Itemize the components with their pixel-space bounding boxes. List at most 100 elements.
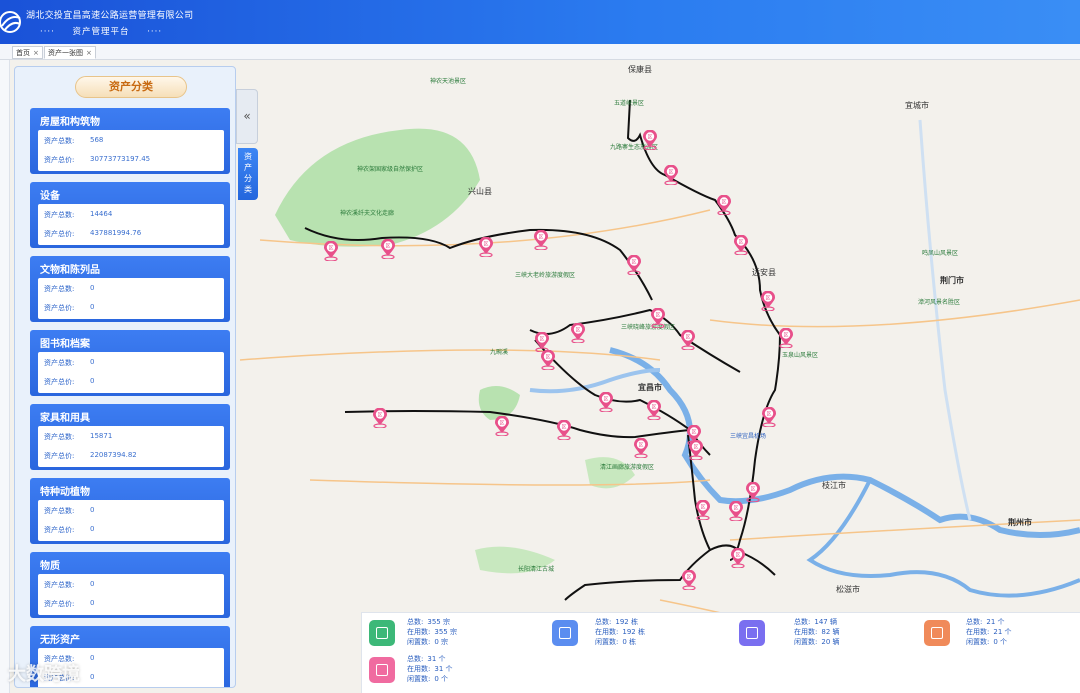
service-area-marker-icon[interactable]: 区: [760, 290, 776, 312]
service-area-marker-icon[interactable]: 区: [533, 229, 549, 251]
stat-in-use: 在用数: 82 辆: [794, 627, 840, 637]
app-header: 湖北交投宜昌高速公路运营管理有限公司 ···· 资产管理平台 ····: [0, 0, 1080, 44]
stat-idle-label: 闲置数:: [407, 638, 431, 646]
stat-total-value: 21 个: [986, 618, 1005, 626]
service-area-marker-icon[interactable]: 区: [663, 164, 679, 186]
scenic-label: 漳河风景名胜区: [918, 299, 961, 306]
category-details: 资产总数: 0 资产总价: 0: [38, 500, 224, 541]
scenic-label: 三峡大老岭旅游度假区: [515, 272, 576, 279]
service-area-marker-icon[interactable]: 区: [778, 327, 794, 349]
service-area-marker-icon[interactable]: 区: [761, 406, 777, 428]
service-area-marker-icon[interactable]: 区: [478, 236, 494, 258]
svg-text:区: 区: [685, 335, 690, 341]
service-area-marker-icon[interactable]: 区: [570, 322, 586, 344]
service-area-marker-icon[interactable]: 区: [323, 240, 339, 262]
service-area-marker-icon[interactable]: 区: [730, 547, 746, 569]
box-icon[interactable]: [924, 620, 950, 646]
service-area-marker-icon[interactable]: 区: [380, 238, 396, 260]
value-label: 资产总价:: [44, 452, 75, 460]
count-value: 568: [90, 136, 104, 144]
service-area-marker-icon[interactable]: 区: [494, 415, 510, 437]
service-area-marker-icon[interactable]: 区: [716, 194, 732, 216]
asset-category-panel: 资产分类 房屋和构筑物 资产总数: 568 资产总价: 30773773197.…: [14, 66, 236, 688]
value-amount: 0: [90, 673, 95, 681]
service-area-marker-icon[interactable]: 区: [728, 500, 744, 522]
service-area-marker-icon[interactable]: 区: [642, 129, 658, 151]
service-area-marker-icon[interactable]: 区: [372, 407, 388, 429]
stat-in-use: 在用数: 21 个: [966, 627, 1012, 637]
asset-category-card[interactable]: 房屋和构筑物 资产总数: 568 资产总价: 30773773197.45: [30, 108, 230, 174]
stat-total-label: 总数:: [407, 618, 424, 626]
svg-text:区: 区: [721, 200, 726, 206]
tab-home-close-icon[interactable]: ×: [33, 49, 39, 57]
stat-idle: 闲置数: 20 辆: [794, 637, 840, 647]
house-icon[interactable]: [552, 620, 578, 646]
category-value-row: 资产总价: 0: [44, 303, 94, 313]
count-value: 0: [90, 358, 95, 366]
value-label: 资产总价:: [44, 600, 75, 608]
service-area-marker-icon[interactable]: 区: [534, 331, 550, 353]
stat-total-label: 总数:: [595, 618, 612, 626]
asset-category-card[interactable]: 家具和用具 资产总数: 15871 资产总价: 22087394.82: [30, 404, 230, 470]
car-icon[interactable]: [739, 620, 765, 646]
value-label: 资产总价:: [44, 526, 75, 534]
svg-text:区: 区: [631, 260, 636, 266]
stat-total: 总数: 21 个: [966, 617, 1005, 627]
value-amount: 0: [90, 599, 95, 607]
service-area-marker-icon[interactable]: 区: [598, 391, 614, 413]
yangtze-river: [609, 347, 1080, 538]
svg-text:区: 区: [686, 575, 691, 581]
building-icon[interactable]: [369, 620, 395, 646]
tab-home-label: 首页: [16, 49, 30, 57]
platform-dots-right: ····: [147, 27, 163, 37]
city-label: 宜昌市: [638, 383, 662, 392]
count-value: 0: [90, 580, 95, 588]
stat-use-label: 在用数:: [407, 665, 431, 673]
value-amount: 0: [90, 377, 95, 385]
service-area-marker-icon[interactable]: 区: [556, 419, 572, 441]
category-name: 特种动植物: [40, 487, 90, 498]
collapse-panel-button[interactable]: «: [236, 89, 258, 144]
stat-idle-value: 20 辆: [821, 638, 840, 646]
service-area-marker-icon[interactable]: 区: [540, 349, 556, 371]
stat-idle-value: 0 个: [434, 675, 449, 683]
stat-total-label: 总数:: [794, 618, 811, 626]
service-area-marker-icon[interactable]: 区: [681, 569, 697, 591]
category-details: 资产总数: 15871 资产总价: 22087394.82: [38, 426, 224, 467]
service-area-marker-icon[interactable]: 区: [650, 307, 666, 329]
scenic-label: 长阳清江古城: [518, 566, 555, 573]
category-count-row: 资产总数: 0: [44, 580, 94, 590]
tab-asset-map[interactable]: 资产一张图 ×: [44, 46, 96, 59]
service-area-marker-icon[interactable]: 区: [733, 234, 749, 256]
stat-in-use: 在用数: 355 宗: [407, 627, 457, 637]
count-label: 资产总数:: [44, 581, 75, 589]
asset-category-card[interactable]: 物质 资产总数: 0 资产总价: 0: [30, 552, 230, 618]
stat-total-label: 总数:: [407, 655, 424, 663]
asset-category-card[interactable]: 图书和档案 资产总数: 0 资产总价: 0: [30, 330, 230, 396]
asset-category-card[interactable]: 特种动植物 资产总数: 0 资产总价: 0: [30, 478, 230, 544]
category-details: 资产总数: 0 资产总价: 0: [38, 574, 224, 615]
category-name: 房屋和构筑物: [40, 117, 100, 128]
tab-asset-map-close-icon[interactable]: ×: [86, 49, 92, 57]
service-area-marker-icon[interactable]: 区: [695, 499, 711, 521]
service-area-icon[interactable]: [369, 657, 395, 683]
category-count-row: 资产总数: 568: [44, 136, 103, 146]
svg-text:区: 区: [691, 430, 696, 436]
stat-total-value: 147 辆: [814, 618, 837, 626]
service-area-marker-icon[interactable]: 区: [633, 437, 649, 459]
city-label: 兴山县: [468, 187, 492, 196]
service-area-marker-icon[interactable]: 区: [680, 329, 696, 351]
count-value: 15871: [90, 432, 113, 440]
asset-category-card[interactable]: 文物和陈列品 资产总数: 0 资产总价: 0: [30, 256, 230, 322]
asset-category-side-tab[interactable]: 资产分类: [238, 148, 258, 200]
service-area-marker-icon[interactable]: 区: [745, 481, 761, 503]
count-value: 0: [90, 284, 95, 292]
tab-home[interactable]: 首页 ×: [12, 46, 43, 59]
highway-route: [529, 308, 741, 373]
service-area-marker-icon[interactable]: 区: [688, 439, 704, 461]
asset-category-card[interactable]: 设备 资产总数: 14464 资产总价: 437881994.76: [30, 182, 230, 248]
stat-idle-label: 闲置数:: [966, 638, 990, 646]
category-count-row: 资产总数: 0: [44, 358, 94, 368]
service-area-marker-icon[interactable]: 区: [626, 254, 642, 276]
service-area-marker-icon[interactable]: 区: [646, 399, 662, 421]
